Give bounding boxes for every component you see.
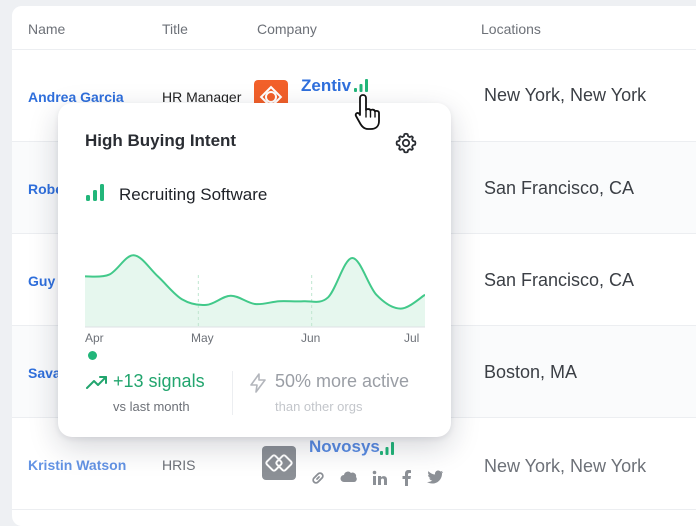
novosys-logo: [262, 446, 296, 480]
current-period-dot: [88, 351, 97, 360]
table-header: Name Title Company Locations: [12, 6, 696, 50]
month-label: Jun: [301, 331, 321, 345]
company-link[interactable]: Novosys: [309, 437, 380, 457]
column-header-title[interactable]: Title: [162, 21, 188, 37]
divider: [232, 371, 233, 415]
contact-name-link[interactable]: Guy: [28, 273, 55, 289]
bolt-icon: [250, 373, 266, 393]
column-header-locations[interactable]: Locations: [481, 21, 541, 37]
signal-bars-icon: [380, 442, 394, 455]
buying-intent-popover: High Buying Intent Recruiting Software A…: [58, 103, 451, 437]
signals-caption: vs last month: [113, 399, 190, 414]
gear-icon[interactable]: [394, 131, 418, 155]
hand-pointer-icon: [354, 94, 380, 130]
column-header-company[interactable]: Company: [257, 21, 317, 37]
month-label: Jul: [404, 331, 420, 345]
month-label: May: [191, 331, 214, 345]
social-links: [310, 470, 444, 486]
location: New York, New York: [484, 456, 647, 476]
company-link[interactable]: Zentiv: [301, 76, 351, 96]
intent-trend-chart: [85, 254, 425, 328]
location: San Francisco, CA: [484, 270, 635, 290]
contact-title: HRIS: [162, 457, 196, 473]
contact-name-link[interactable]: Kristin Watson: [28, 457, 126, 473]
facebook-icon[interactable]: [402, 470, 412, 486]
popover-title: High Buying Intent: [85, 131, 237, 150]
activity-comparison: 50% more active: [275, 371, 410, 391]
twitter-icon[interactable]: [426, 470, 444, 485]
link-icon[interactable]: [310, 470, 326, 486]
linkedin-icon[interactable]: [372, 470, 388, 486]
column-header-name[interactable]: Name: [28, 21, 65, 37]
salesforce-icon[interactable]: [340, 470, 358, 484]
signal-bars-icon: [354, 79, 368, 92]
contact-name-link[interactable]: Sava: [28, 365, 61, 381]
intent-topic: Recruiting Software: [119, 185, 268, 204]
month-label: Apr: [85, 331, 104, 345]
location: New York, New York: [484, 85, 647, 105]
activity-caption: than other orgs: [275, 399, 363, 414]
signals-count: +13 signals: [113, 371, 205, 391]
signal-bars-icon: [86, 184, 104, 201]
trend-up-icon: [86, 376, 107, 389]
location: San Francisco, CA: [484, 178, 635, 198]
location: Boston, MA: [484, 362, 578, 382]
